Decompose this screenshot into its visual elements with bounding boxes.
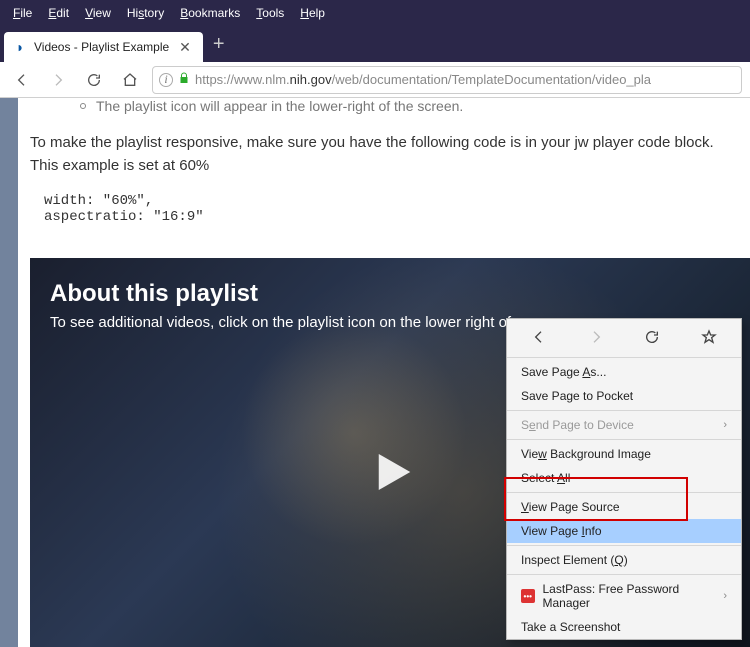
site-info-icon[interactable]: i	[159, 73, 173, 87]
arrow-right-icon	[588, 329, 604, 345]
video-heading: About this playlist	[30, 258, 750, 314]
ctx-view-background-image[interactable]: View Background Image	[507, 442, 741, 466]
bullet-text: The playlist icon will appear in the low…	[96, 98, 463, 114]
tab-close-button[interactable]: ✕	[175, 39, 195, 56]
browser-menubar: File Edit View History Bookmarks Tools H…	[0, 0, 750, 26]
tab-active[interactable]: ◗ Videos - Playlist Example ✕	[4, 32, 203, 62]
code-snippet: width: "60%", aspectratio: "16:9"	[44, 193, 730, 225]
nav-toolbar: i https://www.nlm.nih.gov/web/documentat…	[0, 62, 750, 98]
context-nav-row	[507, 319, 741, 355]
reload-icon	[86, 72, 102, 88]
page-content: The playlist icon will appear in the low…	[0, 98, 750, 225]
context-menu: Save Page As... Save Page to Pocket Send…	[506, 318, 742, 640]
home-icon	[122, 72, 138, 88]
menu-tools[interactable]: Tools	[249, 4, 291, 22]
menu-view[interactable]: View	[78, 4, 118, 22]
ctx-inspect-element[interactable]: Inspect Element (Q)	[507, 548, 741, 572]
play-button[interactable]	[360, 442, 420, 502]
menu-edit[interactable]: Edit	[41, 4, 76, 22]
ctx-lastpass[interactable]: •••LastPass: Free Password Manager ›	[507, 577, 741, 615]
nested-list-item: The playlist icon will appear in the low…	[30, 98, 730, 124]
lastpass-icon: •••	[521, 589, 535, 603]
arrow-left-icon	[14, 72, 30, 88]
ctx-back-button[interactable]	[525, 325, 553, 349]
ctx-forward-button[interactable]	[582, 325, 610, 349]
responsive-paragraph: To make the playlist responsive, make su…	[30, 132, 730, 177]
play-icon	[363, 445, 417, 499]
home-button[interactable]	[116, 66, 144, 94]
tab-title: Videos - Playlist Example	[34, 40, 169, 54]
reload-button[interactable]	[80, 66, 108, 94]
page-viewport: The playlist icon will appear in the low…	[0, 98, 750, 647]
star-icon	[701, 329, 717, 345]
left-rail	[0, 98, 18, 647]
bullet-icon	[80, 103, 86, 109]
ctx-save-to-pocket[interactable]: Save Page to Pocket	[507, 384, 741, 408]
menu-bookmarks[interactable]: Bookmarks	[173, 4, 247, 22]
ctx-reload-button[interactable]	[638, 325, 666, 349]
ctx-view-page-source[interactable]: View Page Source	[507, 495, 741, 519]
menu-history[interactable]: History	[120, 4, 171, 22]
back-button[interactable]	[8, 66, 36, 94]
menu-file[interactable]: File	[6, 4, 39, 22]
forward-button[interactable]	[44, 66, 72, 94]
menu-help[interactable]: Help	[293, 4, 332, 22]
reload-icon	[644, 329, 660, 345]
new-tab-button[interactable]: +	[203, 33, 235, 62]
ctx-view-page-info[interactable]: View Page Info	[507, 519, 741, 543]
ctx-save-page-as[interactable]: Save Page As...	[507, 360, 741, 384]
ctx-take-screenshot[interactable]: Take a Screenshot	[507, 615, 741, 639]
tab-strip: ◗ Videos - Playlist Example ✕ +	[0, 26, 750, 62]
ctx-select-all[interactable]: Select All	[507, 466, 741, 490]
lock-icon	[178, 72, 190, 87]
arrow-left-icon	[531, 329, 547, 345]
url-bar[interactable]: i https://www.nlm.nih.gov/web/documentat…	[152, 66, 742, 94]
tab-favicon-icon: ◗	[12, 39, 28, 55]
ctx-bookmark-button[interactable]	[695, 325, 723, 349]
arrow-right-icon	[50, 72, 66, 88]
url-text: https://www.nlm.nih.gov/web/documentatio…	[195, 72, 651, 87]
ctx-send-page-to-device[interactable]: Send Page to Device›	[507, 413, 741, 437]
